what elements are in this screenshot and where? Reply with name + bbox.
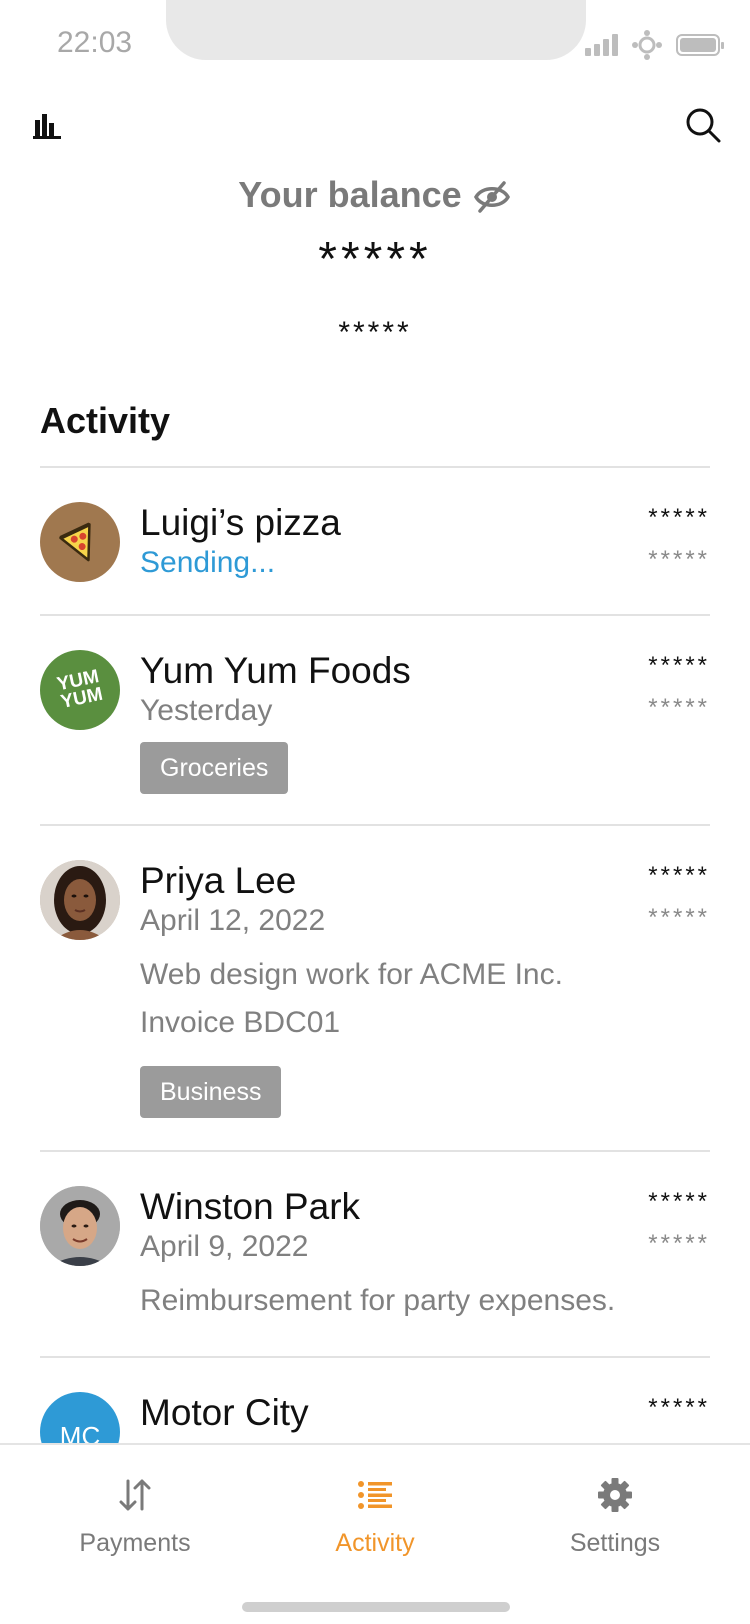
- person-photo-icon: [40, 860, 120, 940]
- payee-name: Winston Park: [140, 1186, 361, 1227]
- transfer-arrows-icon: [119, 1479, 151, 1511]
- tab-label: Activity: [335, 1529, 415, 1557]
- avatar: YUM YUM: [40, 650, 120, 730]
- category-tag[interactable]: Business: [140, 1066, 282, 1118]
- transaction-note: Web design work for ACME Inc.: [140, 958, 563, 991]
- signal-icon: [585, 34, 618, 56]
- transaction-amount: *****: [648, 504, 710, 531]
- activity-item[interactable]: Winston Park April 9, 2022 ***** ***** R…: [40, 1150, 710, 1356]
- transaction-amount: *****: [648, 1394, 710, 1421]
- pizza-icon: [59, 522, 91, 562]
- transaction-note: Reimbursement for party expenses.: [140, 1284, 616, 1317]
- avatar-logo-text: YUM YUM: [55, 666, 105, 713]
- status-bar: 22:03: [0, 0, 750, 88]
- transaction-amount: *****: [648, 652, 710, 679]
- transaction-date: April 9, 2022: [140, 1230, 309, 1263]
- status-time: 22:03: [57, 26, 133, 59]
- tab-payments[interactable]: Payments: [25, 1475, 245, 1558]
- avatar: [40, 1186, 120, 1266]
- stats-chart-icon[interactable]: [33, 112, 61, 140]
- transaction-note-line2: Invoice BDC01: [140, 1006, 341, 1039]
- network-icon: [632, 30, 662, 60]
- avatar: [40, 502, 120, 582]
- tab-settings[interactable]: Settings: [505, 1475, 725, 1558]
- person-photo-icon: [40, 1186, 120, 1266]
- avatar: [40, 860, 120, 940]
- transaction-amount: *****: [648, 862, 710, 889]
- activity-title: Activity: [40, 400, 171, 441]
- transaction-amount-secondary: *****: [648, 1230, 710, 1257]
- search-icon[interactable]: [684, 106, 722, 144]
- list-icon: [358, 1481, 392, 1509]
- battery-icon: [676, 34, 724, 56]
- balance-header: Your balance: [0, 174, 750, 216]
- payee-name: Yum Yum Foods: [140, 650, 411, 691]
- balance-secondary: *****: [338, 316, 412, 349]
- activity-item[interactable]: Priya Lee April 12, 2022 ***** ***** Web…: [40, 824, 710, 1150]
- transaction-status: Sending...: [140, 546, 276, 579]
- gear-icon: [598, 1478, 632, 1512]
- system-icons: [585, 30, 724, 60]
- activity-item[interactable]: Luigi’s pizza Sending... ***** *****: [40, 466, 710, 614]
- home-indicator: [242, 1602, 510, 1612]
- transaction-amount-secondary: *****: [648, 546, 710, 573]
- transaction-date: April 12, 2022: [140, 904, 326, 937]
- balance-heading: Your balance: [238, 174, 462, 215]
- category-tag[interactable]: Groceries: [140, 742, 289, 794]
- transaction-amount: *****: [648, 1188, 710, 1215]
- payee-name: Priya Lee: [140, 860, 297, 901]
- activity-list: Luigi’s pizza Sending... ***** ***** YUM…: [40, 466, 710, 1476]
- device-notch: [166, 0, 586, 60]
- bottom-tab-bar: Payments Activity Settings: [0, 1443, 750, 1624]
- payee-name: Motor City: [140, 1392, 309, 1433]
- transaction-amount-secondary: *****: [648, 694, 710, 721]
- transaction-amount-secondary: *****: [648, 904, 710, 931]
- transaction-date: Yesterday: [140, 694, 273, 727]
- activity-item[interactable]: YUM YUM Yum Yum Foods Yesterday ***** **…: [40, 614, 710, 824]
- tab-activity[interactable]: Activity: [265, 1475, 485, 1558]
- balance-amount: *****: [318, 233, 432, 286]
- payee-name: Luigi’s pizza: [140, 502, 341, 543]
- tab-label: Payments: [79, 1529, 191, 1557]
- tab-label: Settings: [569, 1529, 661, 1557]
- eye-hidden-icon[interactable]: [472, 180, 512, 214]
